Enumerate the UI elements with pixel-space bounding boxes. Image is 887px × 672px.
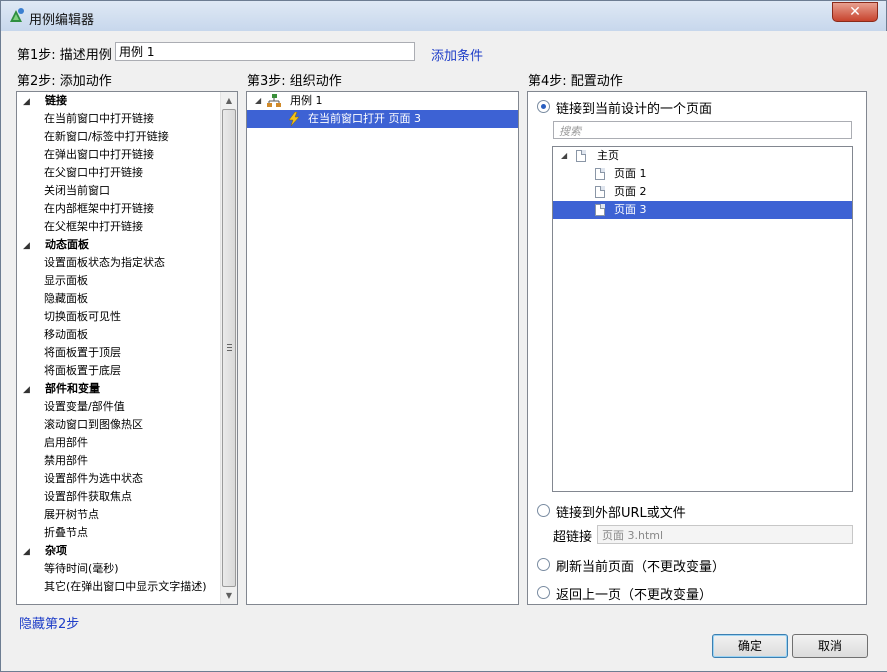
action-category[interactable]: ◢ 动态面板 <box>17 236 221 254</box>
page-icon <box>576 150 586 162</box>
action-item[interactable]: 切换面板可见性 <box>17 308 221 326</box>
action-item[interactable]: 隐藏面板 <box>17 290 221 308</box>
window-edge <box>876 31 887 671</box>
action-category[interactable]: ◢ 链接 <box>17 92 221 110</box>
lightning-icon <box>288 112 300 126</box>
expand-arrow-icon: ◢ <box>23 547 30 557</box>
action-category-label: 链接 <box>45 94 67 107</box>
action-item[interactable]: 设置部件为选中状态 <box>17 470 221 488</box>
expand-arrow-icon: ◢ <box>23 385 30 395</box>
tree-item-label: 页面 3 <box>614 203 647 216</box>
case-node[interactable]: ◢ 用例 1 <box>247 92 518 110</box>
action-item[interactable]: 折叠节点 <box>17 524 221 542</box>
action-item[interactable]: 将面板置于顶层 <box>17 344 221 362</box>
action-item[interactable]: 将面板置于底层 <box>17 362 221 380</box>
go-back-label[interactable]: 返回上一页（不更改变量） <box>556 584 712 603</box>
configure-panel: 链接到当前设计的一个页面 搜索 ◢ 主页 页面 1 页面 2 页面 3 链接到外… <box>527 91 867 605</box>
action-item[interactable]: 设置面板状态为指定状态 <box>17 254 221 272</box>
case-node-label: 用例 1 <box>290 94 323 107</box>
action-item[interactable]: 关闭当前窗口 <box>17 182 221 200</box>
action-category-label: 杂项 <box>45 544 67 557</box>
action-category-label: 动态面板 <box>45 238 89 251</box>
action-item[interactable]: 在内部框架中打开链接 <box>17 200 221 218</box>
title-bar: 用例编辑器 ✕ <box>1 1 886 31</box>
action-category-label: 部件和变量 <box>45 382 100 395</box>
refresh-page-label[interactable]: 刷新当前页面（不更改变量） <box>556 556 725 575</box>
action-item[interactable]: 展开树节点 <box>17 506 221 524</box>
action-item[interactable]: 启用部件 <box>17 434 221 452</box>
tree-item-page3[interactable]: 页面 3 <box>553 201 852 219</box>
close-button[interactable]: ✕ <box>832 2 878 22</box>
action-item[interactable]: 在弹出窗口中打开链接 <box>17 146 221 164</box>
page-icon <box>595 168 605 180</box>
expand-arrow-icon: ◢ <box>255 96 262 105</box>
action-item[interactable]: 设置部件获取焦点 <box>17 488 221 506</box>
page-icon <box>595 204 605 216</box>
actions-list: ◢ 链接在当前窗口中打开链接 在新窗口/标签中打开链接 在弹出窗口中打开链接 在父窗口中… <box>17 92 221 604</box>
case-tree-icon <box>267 94 281 107</box>
action-node[interactable]: 在当前窗口打开 页面 3 <box>247 110 518 128</box>
step4-label: 第4步: 配置动作 <box>528 74 623 89</box>
app-icon <box>10 8 24 22</box>
action-item[interactable]: 在父框架中打开链接 <box>17 218 221 236</box>
action-node-label: 在当前窗口打开 页面 3 <box>308 112 421 125</box>
scroll-thumb[interactable] <box>222 109 236 587</box>
page-tree: ◢ 主页 页面 1 页面 2 页面 3 <box>552 146 853 492</box>
tree-item-label: 页面 2 <box>614 185 647 198</box>
expand-arrow-icon: ◢ <box>561 151 568 160</box>
organize-panel: ◢ 用例 1 在当前窗口打开 页面 3 <box>246 91 519 605</box>
expand-arrow-icon: ◢ <box>23 241 30 251</box>
step1-label: 第1步: 描述用例 <box>17 48 112 63</box>
hide-step2-link[interactable]: 隐藏第2步 <box>19 613 79 632</box>
action-item[interactable]: 滚动窗口到图像热区 <box>17 416 221 434</box>
actions-scrollbar[interactable]: ▲ ▼ <box>220 92 237 604</box>
scroll-up-icon[interactable]: ▲ <box>221 92 237 109</box>
link-page-radio[interactable] <box>537 100 550 113</box>
step3-label: 第3步: 组织动作 <box>247 74 342 89</box>
hyperlink-label: 超链接 <box>553 530 593 545</box>
grip-icon <box>227 344 232 351</box>
tree-root-home[interactable]: ◢ 主页 <box>553 147 852 165</box>
window-title: 用例编辑器 <box>29 13 95 28</box>
case-name-input[interactable] <box>115 42 415 61</box>
tree-item-page2[interactable]: 页面 2 <box>553 183 852 201</box>
action-item[interactable]: 设置变量/部件值 <box>17 398 221 416</box>
action-item[interactable]: 其它(在弹出窗口中显示文字描述) <box>17 578 221 596</box>
link-page-label[interactable]: 链接到当前设计的一个页面 <box>556 98 712 117</box>
refresh-page-radio[interactable] <box>537 558 550 571</box>
action-category[interactable]: ◢ 部件和变量 <box>17 380 221 398</box>
go-back-radio[interactable] <box>537 586 550 599</box>
step2-label: 第2步: 添加动作 <box>17 74 112 89</box>
action-item[interactable]: 显示面板 <box>17 272 221 290</box>
action-item[interactable]: 移动面板 <box>17 326 221 344</box>
link-url-label[interactable]: 链接到外部URL或文件 <box>556 502 686 521</box>
action-item[interactable]: 在新窗口/标签中打开链接 <box>17 128 221 146</box>
action-item[interactable]: 等待时间(毫秒) <box>17 560 221 578</box>
cancel-button[interactable]: 取消 <box>792 634 868 658</box>
link-url-radio[interactable] <box>537 504 550 517</box>
page-icon <box>595 186 605 198</box>
action-item[interactable]: 在当前窗口中打开链接 <box>17 110 221 128</box>
tree-item-label: 页面 1 <box>614 167 647 180</box>
expand-arrow-icon: ◢ <box>23 97 30 107</box>
actions-panel: ◢ 链接在当前窗口中打开链接 在新窗口/标签中打开链接 在弹出窗口中打开链接 在父窗口中… <box>16 91 238 605</box>
action-item[interactable]: 禁用部件 <box>17 452 221 470</box>
action-item[interactable]: 在父窗口中打开链接 <box>17 164 221 182</box>
action-category[interactable]: ◢ 杂项 <box>17 542 221 560</box>
page-search-input[interactable]: 搜索 <box>553 121 852 139</box>
hyperlink-input[interactable]: 页面 3.html <box>597 525 853 544</box>
tree-root-label: 主页 <box>597 149 619 162</box>
use-case-editor-window: 用例编辑器 ✕ 第1步: 描述用例 添加条件 第2步: 添加动作 第3步: 组织… <box>0 0 887 672</box>
scroll-down-icon[interactable]: ▼ <box>221 587 237 604</box>
ok-button[interactable]: 确定 <box>712 634 788 658</box>
add-condition-link[interactable]: 添加条件 <box>431 45 483 64</box>
tree-item-page1[interactable]: 页面 1 <box>553 165 852 183</box>
